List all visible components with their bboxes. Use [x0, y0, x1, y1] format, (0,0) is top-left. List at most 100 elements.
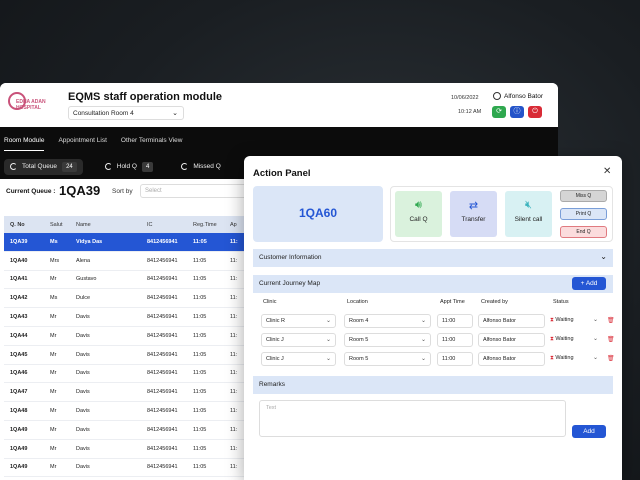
- cell-ic: 8412456941: [147, 370, 178, 377]
- cell-qno: 1QA40: [10, 257, 28, 264]
- current-q-card: 1QA60: [253, 186, 383, 242]
- stat-label: Hold Q: [116, 163, 137, 170]
- tab-appointment-list[interactable]: Appointment List: [58, 131, 106, 150]
- print-q-button[interactable]: Print Q: [560, 208, 607, 220]
- header-actions: ⟳ ⓘ ⏻: [492, 106, 542, 118]
- cell-name: Davis: [76, 389, 90, 396]
- cell-name: Davis: [76, 464, 90, 471]
- app-header: EDNA ADAN HOSPITAL EQMS staff operation …: [0, 83, 558, 127]
- call-q-label: Call Q: [409, 216, 428, 223]
- stat-label: Total Queue: [22, 163, 58, 170]
- cell-reg-time: 11:05: [193, 276, 207, 283]
- chevron-down-icon: ⌄: [420, 356, 426, 362]
- cell-name: Davis: [76, 370, 90, 377]
- stat-missed-q[interactable]: Missed Q: [175, 160, 226, 173]
- header-salut: Salut: [50, 221, 63, 228]
- cell-qno: 1QA43: [10, 314, 28, 321]
- journey-map-label: Current Journey Map: [259, 280, 321, 287]
- end-q-button[interactable]: End Q: [560, 226, 607, 238]
- cell-qno: 1QA49: [10, 445, 28, 452]
- cell-name: Davis: [76, 426, 90, 433]
- cell-salut: Mr: [50, 445, 57, 452]
- transfer-button[interactable]: ⇄ Transfer: [450, 191, 497, 237]
- remarks-textarea[interactable]: Text: [259, 400, 566, 437]
- stat-label: Missed Q: [193, 163, 221, 170]
- cell-qno: 1QA42: [10, 295, 28, 302]
- cell-qno: 1QA44: [10, 332, 28, 339]
- location-select[interactable]: Room 5 ⌄: [344, 333, 431, 347]
- tab-room-module[interactable]: Room Module: [4, 131, 45, 151]
- cell-ic: 8412456941: [147, 351, 178, 358]
- cell-qno: 1QA49: [10, 426, 28, 433]
- hospital-logo: EDNA ADAN HOSPITAL: [6, 92, 56, 120]
- chevron-down-icon: ⌄: [600, 252, 607, 261]
- room-select[interactable]: Consultation Room 4 ⌄: [68, 106, 184, 120]
- customer-info-label: Customer Information: [259, 254, 322, 261]
- tab-other-terminals[interactable]: Other Terminals View: [121, 131, 183, 150]
- chevron-down-icon: ⌄: [325, 318, 331, 324]
- cell-name: Davis: [76, 314, 90, 321]
- cell-ic: 8412456941: [147, 314, 178, 321]
- cell-salut: Mr: [50, 370, 57, 377]
- clinic-value: Clinic J: [266, 337, 284, 343]
- created-by-field: Alfonso Bator: [478, 333, 545, 347]
- header-reg-time: Reg.Time: [193, 221, 217, 228]
- cell-ic: 8412456941: [147, 464, 178, 471]
- add-remark-button[interactable]: Add: [572, 425, 606, 438]
- appt-time-field[interactable]: 11:00: [437, 352, 473, 366]
- silent-call-button[interactable]: 🔇︎ Silent call: [505, 191, 552, 237]
- status-value: Waiting: [555, 336, 574, 342]
- stat-hold-q[interactable]: Hold Q 4: [99, 159, 160, 175]
- call-q-button[interactable]: 🔊︎ Call Q: [395, 191, 442, 237]
- clinic-select[interactable]: Clinic J ⌄: [261, 333, 336, 347]
- location-select[interactable]: Room 4 ⌄: [344, 314, 431, 328]
- location-value: Room 5: [349, 337, 369, 343]
- user-menu[interactable]: Alfonso Bator: [493, 92, 543, 100]
- refresh-icon: ⟳: [496, 108, 502, 115]
- status-value: Waiting: [555, 317, 574, 323]
- customer-info-section[interactable]: Customer Information ⌄: [253, 249, 613, 267]
- appt-time-field[interactable]: 11:00: [437, 333, 473, 347]
- silent-call-label: Silent call: [514, 216, 543, 223]
- mute-icon: 🔇︎: [525, 199, 532, 211]
- cell-qno: 1QA48: [10, 408, 28, 415]
- cell-reg-time: 11:05: [193, 351, 207, 358]
- close-icon[interactable]: ✕: [603, 166, 611, 177]
- status-select[interactable]: ⧗ Waiting ⌄: [550, 333, 602, 347]
- clinic-select[interactable]: Clinic J ⌄: [261, 352, 336, 366]
- cell-name: Vidya Das: [76, 238, 103, 245]
- cell-qno: 1QA49: [10, 464, 28, 471]
- cell-salut: Mr: [50, 314, 57, 321]
- cell-name: Davis: [76, 332, 90, 339]
- cell-ic: 8412456941: [147, 445, 178, 452]
- status-select[interactable]: ⧗ Waiting ⌄: [550, 352, 602, 366]
- cell-salut: Ms: [50, 238, 58, 245]
- sort-select[interactable]: Select: [140, 184, 250, 198]
- cell-salut: Mr: [50, 464, 57, 471]
- trash-icon[interactable]: 🗑︎: [607, 317, 615, 324]
- add-journey-button[interactable]: + Add: [572, 277, 606, 290]
- journey-header-status: Status: [553, 299, 569, 305]
- journey-row: Clinic R ⌄ Room 4 ⌄ 11:00 Alfonso Bator ⧗ …: [253, 314, 615, 328]
- miss-q-button[interactable]: Miss Q: [560, 190, 607, 202]
- refresh-button[interactable]: ⟳: [492, 106, 506, 118]
- cell-name: Alena: [76, 257, 91, 264]
- clinic-select[interactable]: Clinic R ⌄: [261, 314, 336, 328]
- location-value: Room 5: [349, 356, 369, 362]
- status-select[interactable]: ⧗ Waiting ⌄: [550, 314, 602, 328]
- action-panel: Action Panel ✕ 1QA60 🔊︎ Call Q ⇄ Transfe…: [244, 156, 622, 480]
- clinic-value: Clinic R: [266, 318, 285, 324]
- info-button[interactable]: ⓘ: [510, 106, 524, 118]
- cell-reg-time: 11:05: [193, 370, 207, 377]
- appt-time-field[interactable]: 11:00: [437, 314, 473, 328]
- cell-name: Gustavo: [76, 276, 97, 283]
- logo-text: EDNA ADAN HOSPITAL: [16, 99, 46, 111]
- logout-button[interactable]: ⏻: [528, 106, 542, 118]
- trash-icon[interactable]: 🗑︎: [607, 336, 615, 343]
- cell-salut: Mr: [50, 426, 57, 433]
- location-select[interactable]: Room 5 ⌄: [344, 352, 431, 366]
- trash-icon[interactable]: 🗑︎: [607, 355, 615, 362]
- cell-reg-time: 11:05: [193, 408, 207, 415]
- stat-total-queue[interactable]: Total Queue 24: [4, 158, 83, 175]
- chevron-down-icon: ⌄: [325, 356, 331, 362]
